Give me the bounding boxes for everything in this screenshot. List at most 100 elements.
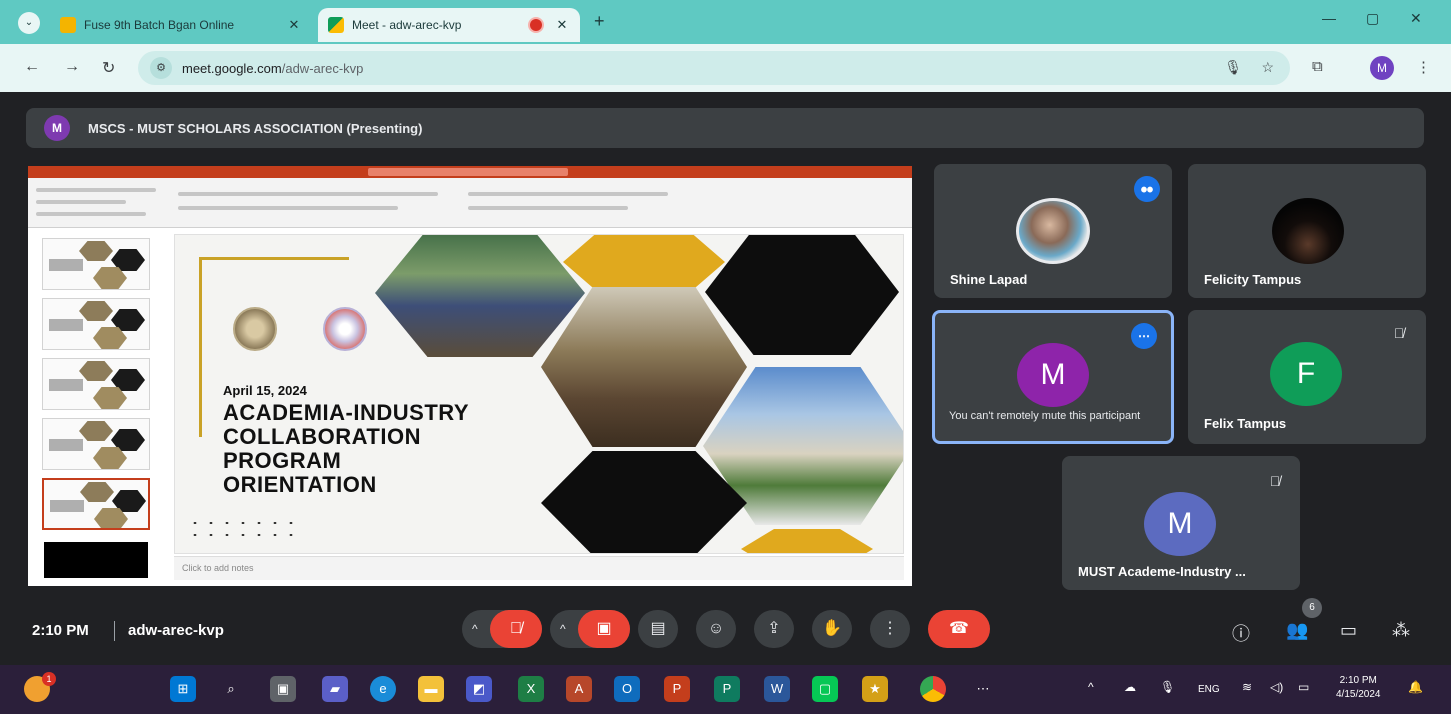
gold-hexagon xyxy=(741,529,873,553)
address-bar[interactable]: ⚙ meet.google.com /adw-arec-kvp 🎙 ☆ xyxy=(138,51,1290,85)
access-icon[interactable]: A xyxy=(566,676,592,702)
onedrive-cloud-icon[interactable]: ☁ xyxy=(1124,680,1136,694)
meeting-info-icon[interactable]: ⓘ xyxy=(1232,620,1250,646)
slide-thumbnail[interactable] xyxy=(42,418,150,470)
microphone-icon[interactable]: 🎙 xyxy=(1160,680,1175,694)
notifications-bell-icon[interactable]: 🔔 xyxy=(1408,680,1423,694)
slide-thumbnails[interactable] xyxy=(38,234,158,584)
bookmark-star-icon[interactable]: ☆ xyxy=(1261,59,1274,75)
gold-accent-line xyxy=(199,257,202,437)
ppt-title-bar xyxy=(28,166,912,178)
battery-icon[interactable]: ▭ xyxy=(1298,680,1309,694)
slide-date: April 15, 2024 xyxy=(223,383,307,398)
award-app-icon[interactable]: ★ xyxy=(862,676,888,702)
file-explorer-icon[interactable]: ▬ xyxy=(418,676,444,702)
raise-hand-button[interactable]: ✋ xyxy=(812,610,852,648)
browser-menu-icon[interactable]: ⋮ xyxy=(1416,58,1431,76)
participant-tile[interactable]: 🎙̸ F Felix Tampus xyxy=(1188,310,1426,444)
participant-avatar: M xyxy=(1144,492,1216,556)
people-icon[interactable]: 👥 xyxy=(1286,620,1308,641)
teams-chat-icon[interactable]: ▰ xyxy=(322,676,348,702)
meet-favicon-icon xyxy=(328,17,344,33)
camera-control[interactable]: ^ ▣ xyxy=(550,610,630,648)
task-view-icon[interactable]: ▣ xyxy=(270,676,296,702)
present-button[interactable]: ⇪ xyxy=(754,610,794,648)
photos-app-icon[interactable]: ◩ xyxy=(466,676,492,702)
shared-screen: April 15, 2024 ACADEMIA-INDUSTRY COLLABO… xyxy=(28,166,912,586)
participant-tile-focused[interactable]: ⋯ M You can't remotely mute this partici… xyxy=(932,310,1174,444)
close-window-icon[interactable]: ✕ xyxy=(1410,10,1422,27)
slide-thumbnail-selected[interactable] xyxy=(42,478,150,530)
more-options-button[interactable]: ⋮ xyxy=(870,610,910,648)
participant-tile[interactable]: 🎙̸ M MUST Academe-Industry ... xyxy=(1062,456,1300,590)
emoji-button[interactable]: ☺ xyxy=(696,610,736,648)
volume-icon[interactable]: ◁) xyxy=(1270,680,1283,694)
slide-thumbnail-blank[interactable] xyxy=(44,542,148,578)
site-info-icon[interactable]: ⚙ xyxy=(150,57,172,79)
avatar-initial: F xyxy=(1296,357,1316,390)
tab-search-icon[interactable]: ⌄ xyxy=(18,12,40,34)
wifi-icon[interactable]: ≋ xyxy=(1242,680,1252,694)
minimize-icon[interactable]: — xyxy=(1322,10,1336,26)
browser-tab[interactable]: Fuse 9th Batch Bgan Online ✕ xyxy=(50,8,312,42)
current-slide: April 15, 2024 ACADEMIA-INDUSTRY COLLABO… xyxy=(174,234,904,554)
participant-name: Felix Tampus xyxy=(1204,416,1287,431)
system-clock[interactable]: 2:10 PM 4/15/2024 xyxy=(1336,674,1381,702)
ppt-ribbon xyxy=(28,178,912,228)
close-tab-icon[interactable]: ✕ xyxy=(554,17,570,33)
slide-headline: ACADEMIA-INDUSTRY COLLABORATION PROGRAM … xyxy=(223,401,469,497)
chevron-up-icon[interactable]: ^ xyxy=(560,610,566,648)
slide-title-line: ORIENTATION xyxy=(223,472,377,497)
close-tab-icon[interactable]: ✕ xyxy=(286,17,302,33)
captions-button[interactable]: ▤ xyxy=(638,610,678,648)
leave-call-button[interactable]: ☎ xyxy=(928,610,990,648)
chrome-browser-icon[interactable] xyxy=(920,676,946,702)
slide-title-line: PROGRAM xyxy=(223,448,342,473)
line-app-icon[interactable]: ▢ xyxy=(812,676,838,702)
more-options-icon[interactable]: ⋯ xyxy=(1131,323,1157,349)
activities-icon[interactable]: ⁂ xyxy=(1392,620,1410,641)
slide-thumbnail[interactable] xyxy=(42,298,150,350)
extensions-icon[interactable]: ⧉ xyxy=(1312,58,1323,75)
edge-browser-icon[interactable]: e xyxy=(370,676,396,702)
forward-icon[interactable]: → xyxy=(64,58,80,76)
slide-thumbnail[interactable] xyxy=(42,358,150,410)
chat-icon[interactable]: ▭ xyxy=(1340,620,1357,641)
recording-indicator-icon xyxy=(530,19,542,31)
presenting-label: MSCS - MUST SCHOLARS ASSOCIATION (Presen… xyxy=(88,120,423,136)
browser-tab-active[interactable]: Meet - adw-arec-kvp ✕ xyxy=(318,8,580,42)
notes-placeholder[interactable]: Click to add notes xyxy=(174,556,904,580)
camera-off-button[interactable]: ▣ xyxy=(578,610,630,648)
participant-tile[interactable]: Felicity Tampus xyxy=(1188,164,1426,298)
meeting-code: adw-arec-kvp xyxy=(128,622,224,639)
maximize-icon[interactable]: ▢ xyxy=(1366,10,1379,27)
meeting-time: 2:10 PM xyxy=(32,622,89,639)
mic-icon[interactable]: 🎙 xyxy=(1224,59,1242,75)
outlook-icon[interactable]: O xyxy=(614,676,640,702)
url-host: meet.google.com xyxy=(182,60,282,76)
tab-title: Fuse 9th Batch Bgan Online xyxy=(84,18,235,32)
show-hidden-icons-icon[interactable]: ^ xyxy=(1088,680,1094,694)
mic-off-button[interactable]: 🎙̸ xyxy=(490,610,542,648)
mic-off-icon: 🎙̸ xyxy=(1393,325,1405,341)
powerpoint-icon[interactable]: P xyxy=(664,676,690,702)
meet-area: M MSCS - MUST SCHOLARS ASSOCIATION (Pres… xyxy=(0,92,1451,665)
participant-tile[interactable]: ⦁⦁ Shine Lapad xyxy=(934,164,1172,298)
start-windows-icon[interactable]: ⊞ xyxy=(170,676,196,702)
reload-icon[interactable]: ↻ xyxy=(102,58,115,78)
profile-avatar[interactable]: M xyxy=(1370,56,1394,80)
language-indicator[interactable]: ENG xyxy=(1198,684,1220,695)
search-icon[interactable]: ⌕ xyxy=(218,676,244,702)
mic-control[interactable]: ^ 🎙̸ xyxy=(462,610,542,648)
new-tab-button[interactable]: + xyxy=(594,11,605,32)
word-icon[interactable]: W xyxy=(764,676,790,702)
slide-thumbnail[interactable] xyxy=(42,238,150,290)
chevron-up-icon[interactable]: ^ xyxy=(472,610,478,648)
back-icon[interactable]: ← xyxy=(24,58,40,76)
more-apps-icon[interactable]: ⋯ xyxy=(970,676,996,702)
decorative-dots xyxy=(187,517,297,537)
publisher-icon[interactable]: P xyxy=(714,676,740,702)
tab-title: Meet - adw-arec-kvp xyxy=(352,18,462,32)
browser-toolbar: ← → ↻ ⚙ meet.google.com /adw-arec-kvp 🎙 … xyxy=(0,44,1451,92)
excel-icon[interactable]: X xyxy=(518,676,544,702)
